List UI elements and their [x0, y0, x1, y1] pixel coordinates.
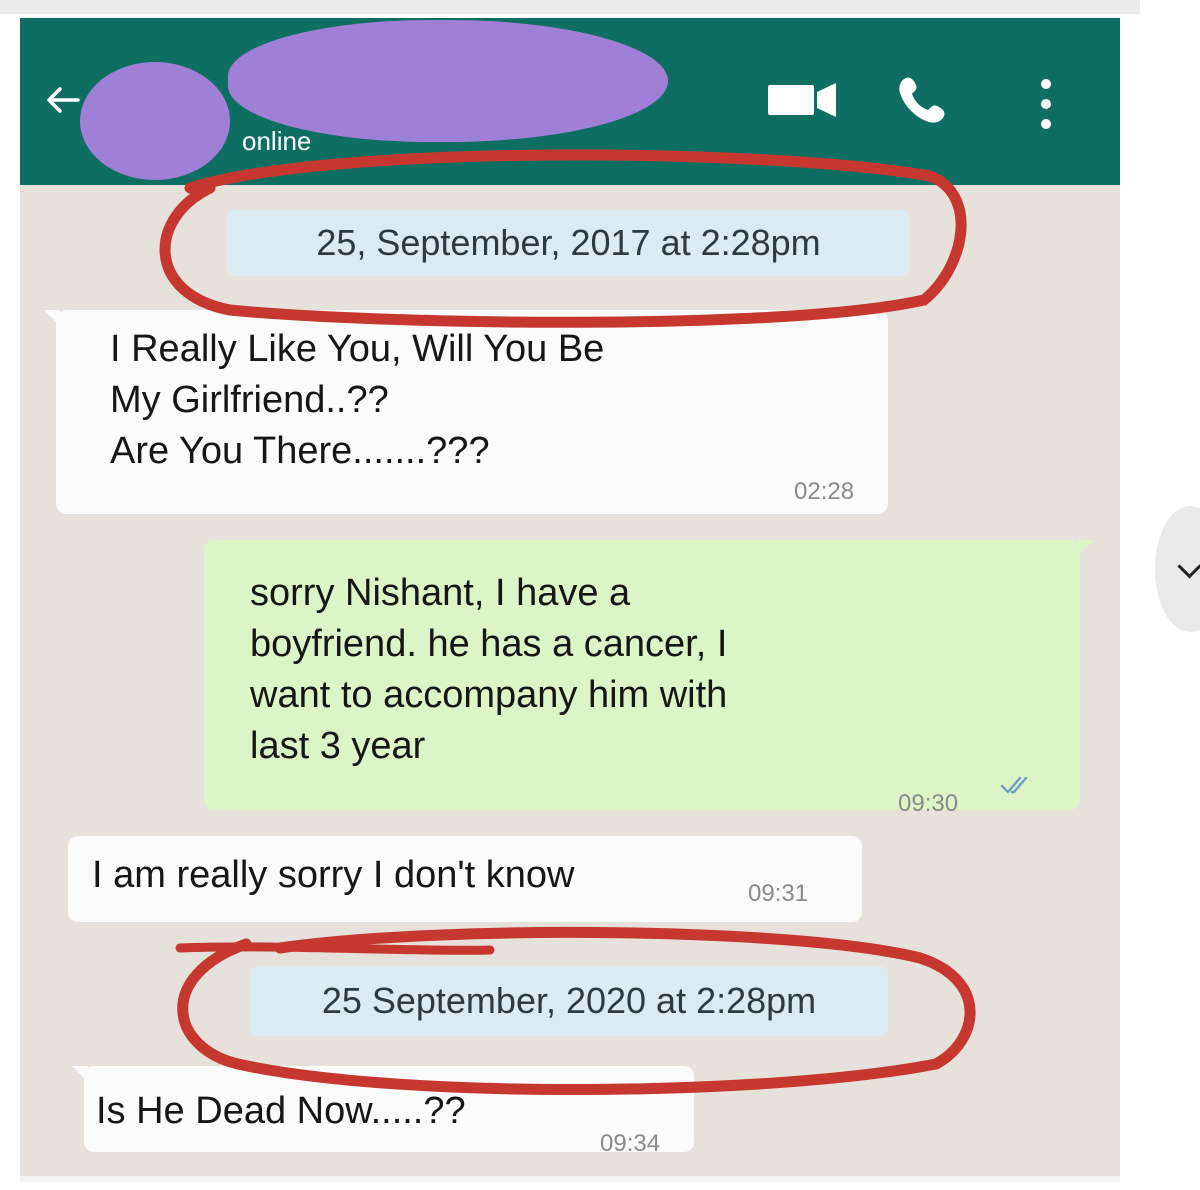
- incoming-message-2[interactable]: I am really sorry I don't know 09:31: [68, 836, 862, 922]
- bubble-tail: [1078, 540, 1094, 556]
- read-ticks-icon: [1000, 776, 1028, 794]
- message-line: want to accompany him with: [250, 674, 728, 716]
- message-line: boyfriend. he has a cancer, I: [250, 623, 728, 665]
- message-timestamp: 02:28: [794, 478, 855, 505]
- message-line: Are You There.......???: [110, 430, 490, 472]
- message-line: I Really Like You, Will You Be: [110, 328, 605, 370]
- outgoing-message[interactable]: sorry Nishant, I have a boyfriend. he ha…: [204, 540, 1080, 817]
- incoming-message-1[interactable]: I Really Like You, Will You Be My Girlfr…: [56, 310, 888, 514]
- outer-top-bar: [0, 0, 1200, 14]
- back-arrow-icon[interactable]: [42, 80, 82, 120]
- annotation-stroke-2020: [175, 942, 495, 955]
- bubble-tail: [72, 1066, 88, 1082]
- message-line: My Girlfriend..??: [110, 379, 389, 421]
- redacted-avatar[interactable]: [80, 62, 230, 180]
- incoming-message-3[interactable]: Is He Dead Now.....?? 09:34: [84, 1066, 694, 1157]
- message-line: last 3 year: [250, 725, 426, 767]
- chat-screenshot: online 25, September, 2017 at 2:28pm I R…: [20, 18, 1120, 1176]
- bottom-divider: [20, 1176, 1120, 1182]
- message-line: sorry Nishant, I have a: [250, 572, 631, 614]
- video-call-icon[interactable]: [767, 80, 837, 120]
- message-timestamp: 09:34: [600, 1130, 661, 1157]
- chevron-down-icon[interactable]: [1177, 554, 1200, 579]
- redacted-contact-name[interactable]: [228, 20, 668, 142]
- phone-call-icon[interactable]: [896, 74, 948, 126]
- chat-header: online: [20, 18, 1120, 185]
- message-timestamp: 09:31: [748, 880, 809, 907]
- message-line: I am really sorry I don't know: [92, 854, 575, 896]
- date-separator-2020: 25 September, 2020 at 2:28pm: [250, 966, 888, 1036]
- date-separator-2017: 25, September, 2017 at 2:28pm: [227, 210, 910, 276]
- bubble-tail: [44, 310, 60, 326]
- message-timestamp: 09:30: [898, 790, 959, 817]
- more-menu-icon[interactable]: [1036, 76, 1056, 132]
- contact-status: online: [242, 126, 312, 156]
